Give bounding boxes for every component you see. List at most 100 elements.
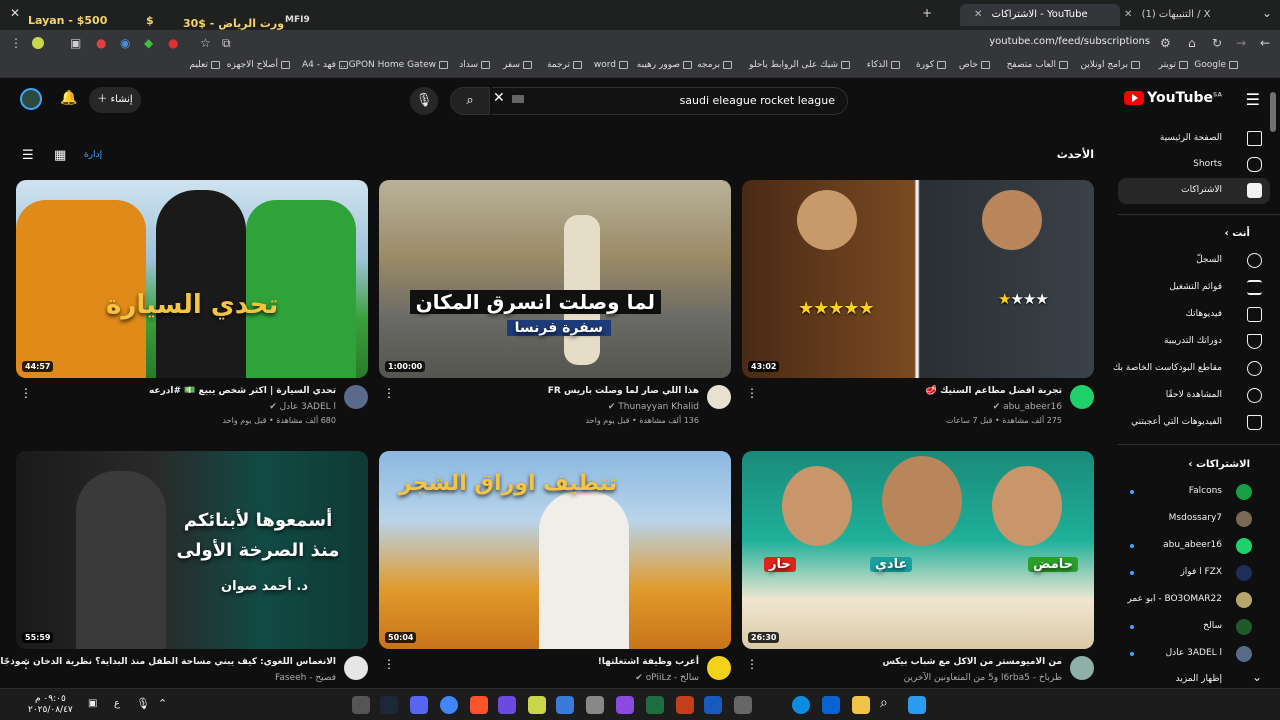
- video-menu-icon[interactable]: ⋮: [746, 386, 758, 400]
- bookmark-item[interactable]: خاص: [959, 60, 990, 70]
- sidebar-item-shorts[interactable]: Shorts: [1118, 152, 1270, 178]
- notifications-bell-icon[interactable]: 🔔: [60, 90, 77, 106]
- sidebar-sub-falcons[interactable]: Falcons: [1118, 479, 1270, 505]
- close-tab-icon[interactable]: ✕: [974, 9, 982, 20]
- channel-avatar[interactable]: [1070, 656, 1094, 680]
- sidebar-you-heading[interactable]: أنت ›: [1225, 228, 1250, 239]
- back-icon[interactable]: ←: [1260, 36, 1270, 50]
- video-title[interactable]: تجربة افضل مطاعم الستيك 🥩: [926, 386, 1062, 396]
- video-thumbnail[interactable]: تنظيف اوراق الشجر 50:04: [379, 451, 731, 649]
- video-thumbnail[interactable]: تحدي السيارة 44:57: [16, 180, 368, 378]
- sidebar-sub-3adel[interactable]: 3ADEL l عادل: [1118, 641, 1270, 667]
- steam-app-icon[interactable]: [380, 696, 398, 714]
- search-button[interactable]: ⌕: [450, 87, 490, 115]
- extension-blue-icon[interactable]: ◉: [120, 36, 130, 50]
- bookmark-item[interactable]: برمجه: [697, 60, 732, 70]
- bookmark-item[interactable]: الذكاء: [867, 60, 900, 70]
- bookmark-item[interactable]: word: [594, 60, 628, 70]
- account-avatar[interactable]: [20, 88, 42, 110]
- mail-app-icon[interactable]: [822, 696, 840, 714]
- clear-search-icon[interactable]: ✕: [493, 90, 505, 106]
- channel-avatar[interactable]: [344, 385, 368, 409]
- video-thumbnail[interactable]: ★★★★★ ★★★★ 43:02: [742, 180, 1094, 378]
- app-icon[interactable]: [616, 696, 634, 714]
- sidebar-item-home[interactable]: الصفحة الرئيسية: [1118, 126, 1270, 152]
- video-thumbnail[interactable]: حار عادي حامض 26:30: [742, 451, 1094, 649]
- video-menu-icon[interactable]: ⋮: [746, 657, 758, 671]
- excel-app-icon[interactable]: [646, 696, 664, 714]
- channel-avatar[interactable]: [707, 656, 731, 680]
- discord-app-icon[interactable]: [410, 696, 428, 714]
- sidebar-item-liked[interactable]: الفيديوهات التي أعجبتني: [1118, 410, 1270, 436]
- bookmark-item[interactable]: أصلاح الاجهزه: [227, 60, 290, 70]
- tab-youtube-subscriptions[interactable]: ✕ الاشتراكات - YouTube: [960, 4, 1120, 26]
- video-menu-icon[interactable]: ⋮: [20, 386, 32, 400]
- sidebar-item-courses[interactable]: دوراتك التدريبية: [1118, 329, 1270, 355]
- app-icon[interactable]: [586, 696, 604, 714]
- youtube-logo[interactable]: YouTubeSA: [1124, 90, 1222, 106]
- share-icon[interactable]: ⧉: [222, 36, 231, 51]
- bookmark-item[interactable]: شيك على الروابط ياحلو: [749, 60, 850, 70]
- sidebar-item-history[interactable]: السجلّ: [1118, 248, 1270, 274]
- keyboard-icon[interactable]: [512, 95, 524, 103]
- tray-chevron-icon[interactable]: ⌃: [158, 697, 167, 710]
- channel-avatar[interactable]: [707, 385, 731, 409]
- reload-icon[interactable]: ↻: [1212, 36, 1222, 50]
- taskbar-clock[interactable]: ٠٩:٠٥ م ٢٠٢٥/٠٨/٤٧: [28, 694, 73, 716]
- bookmark-item[interactable]: فهد - A4: [302, 60, 348, 70]
- channel-avatar[interactable]: [344, 656, 368, 680]
- bookmark-item[interactable]: تعليم: [189, 60, 220, 70]
- chrome-app-icon[interactable]: [440, 696, 458, 714]
- file-explorer-icon[interactable]: [852, 696, 870, 714]
- sidebar-scrollbar[interactable]: [1270, 92, 1276, 132]
- bookmark-item[interactable]: برامج اونلاين: [1080, 60, 1140, 70]
- powerpoint-app-icon[interactable]: [676, 696, 694, 714]
- tab-x-notifications[interactable]: ✕ (1) التنبيهات / X: [1110, 4, 1250, 26]
- hamburger-menu-icon[interactable]: ☰: [1246, 90, 1260, 109]
- microphone-icon[interactable]: 🎙: [136, 697, 150, 710]
- close-window-icon[interactable]: ✕: [10, 6, 20, 20]
- language-indicator[interactable]: ع: [114, 698, 120, 709]
- sidebar-subscriptions-heading[interactable]: الاشتراكات ›: [1188, 459, 1250, 470]
- extension-red-icon[interactable]: ●: [96, 36, 106, 50]
- search-input[interactable]: saudi eleague rocket league: [492, 87, 848, 115]
- extensions-menu-icon[interactable]: ⋮: [10, 36, 22, 50]
- video-title[interactable]: أعرب وظيفة اشتغلتها!: [598, 657, 699, 667]
- edge-app-icon[interactable]: [792, 696, 810, 714]
- app-icon[interactable]: [528, 696, 546, 714]
- create-button[interactable]: ＋ إنشاء: [89, 87, 141, 113]
- bookmark-item[interactable]: العاب متصفح: [1007, 60, 1068, 70]
- brave-app-icon[interactable]: [470, 696, 488, 714]
- video-menu-icon[interactable]: ⋮: [383, 386, 395, 400]
- bookmark-item[interactable]: Google: [1194, 60, 1238, 70]
- home-browser-icon[interactable]: ⌂: [1188, 36, 1196, 50]
- bookmark-item[interactable]: صوور رهيبه: [637, 60, 692, 70]
- bookmark-star-icon[interactable]: ☆: [200, 36, 211, 50]
- video-channel[interactable]: فصيح - Faseeh: [275, 673, 336, 683]
- word-app-icon[interactable]: [704, 696, 722, 714]
- sidebar-item-subscriptions[interactable]: الاشتراكات: [1118, 178, 1270, 204]
- extension-adblock-icon[interactable]: ●: [168, 36, 178, 50]
- search-taskbar-icon[interactable]: ⌕: [880, 695, 888, 711]
- bookmark-item[interactable]: GPON Home Gatew...: [340, 60, 448, 70]
- bookmark-item[interactable]: ترجمة: [547, 60, 582, 70]
- video-thumbnail[interactable]: لما وصلت انسرق المكان سفرة فرنسا 1:00:00: [379, 180, 731, 378]
- video-menu-icon[interactable]: ⋮: [383, 657, 395, 671]
- tab-search-icon[interactable]: ⌄: [1262, 6, 1272, 20]
- sidebar-sub-salkh[interactable]: سالخ: [1118, 614, 1270, 640]
- bookmark-item[interactable]: كورة: [916, 60, 946, 70]
- extension-green-icon[interactable]: ◆: [144, 36, 153, 50]
- sidebar-item-your-videos[interactable]: فيديوهاتك: [1118, 302, 1270, 328]
- windows-start-icon[interactable]: [908, 696, 926, 714]
- video-menu-icon[interactable]: ⋮: [20, 657, 32, 671]
- video-channel[interactable]: سالخ - oPiiLz ✔: [635, 673, 699, 683]
- bookmark-item[interactable]: سداد: [459, 60, 490, 70]
- sidebar-sub-fzx[interactable]: FZX ا فواز: [1118, 560, 1270, 586]
- sidebar-item-podcasts[interactable]: مقاطع البودكاست الخاصة بك: [1113, 356, 1270, 382]
- taskbar-clock-icon[interactable]: ▣: [88, 698, 97, 709]
- video-channel[interactable]: abu_abeer16 ✔: [993, 402, 1062, 412]
- bookmark-item[interactable]: تويتر: [1159, 60, 1188, 70]
- grid-view-icon[interactable]: ▦: [54, 148, 66, 163]
- close-tab-icon[interactable]: ✕: [1124, 9, 1132, 20]
- sidebar-sub-bo3omar22[interactable]: BO3OMAR22 - ابو عمر: [1118, 587, 1270, 613]
